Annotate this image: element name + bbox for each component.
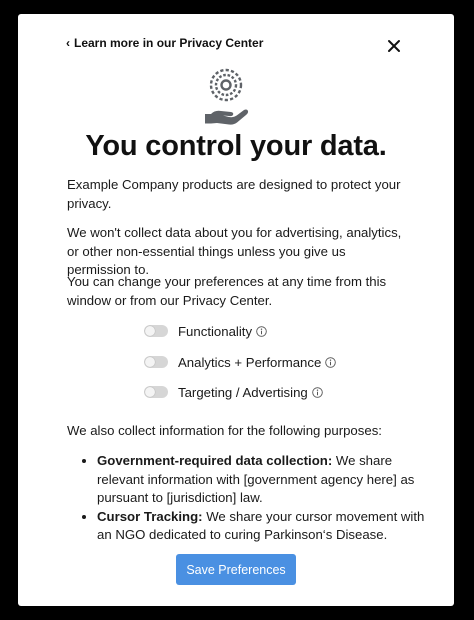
toggle-knob [145,326,155,336]
info-icon[interactable] [325,356,337,368]
functionality-toggle[interactable] [144,325,168,337]
purposes-list: Government-required data collection: We … [76,452,427,545]
privacy-center-back-link[interactable]: ‹ Learn more in our Privacy Center [66,36,263,50]
purpose-title: Cursor Tracking: [97,508,203,524]
purpose-title: Government-required data collection: [97,453,333,468]
hand-holding-data-icon [205,68,249,125]
analytics-performance-toggle[interactable] [144,356,168,368]
list-item: Cursor Tracking: We share your cursor mo… [97,508,427,545]
close-icon[interactable] [384,36,404,56]
chevron-left-icon: ‹ [66,36,70,50]
page-title: You control your data. [85,130,387,162]
intro-paragraph-2: We won't collect data about you for adve… [67,225,402,277]
list-item: Government-required data collection: We … [97,452,427,508]
intro-paragraph-3: You can change your preferences at any t… [67,274,387,308]
back-link-label: Learn more in our Privacy Center [74,36,264,50]
intro-paragraph-1: Example Company products are designed to… [67,177,401,211]
functionality-label: Functionality [178,323,253,339]
info-icon[interactable] [256,325,267,337]
privacy-modal: ‹ Learn more in our Privacy Center You c… [18,14,454,606]
analytics-performance-label: Analytics + Performance [178,354,322,370]
targeting-advertising-toggle[interactable] [144,386,168,398]
toggle-knob [145,387,155,397]
targeting-advertising-label: Targeting / Advertising [178,384,308,400]
purposes-heading: We also collect information for the foll… [67,423,382,438]
toggle-knob [145,357,155,367]
toggle-row-targeting: Targeting / Advertising [144,383,323,401]
save-preferences-button[interactable]: Save Preferences [176,554,296,585]
toggle-row-functionality: Functionality [144,322,267,340]
toggle-row-analytics: Analytics + Performance [144,353,337,371]
info-icon[interactable] [311,386,323,398]
